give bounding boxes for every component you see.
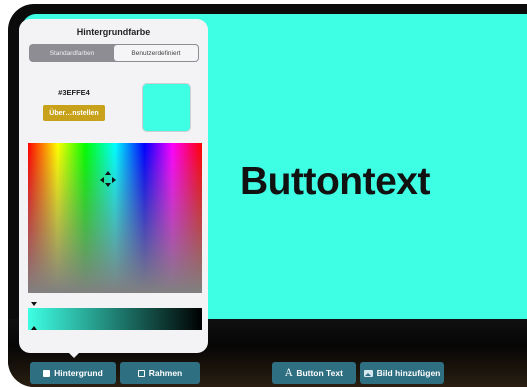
outline-square-icon: [137, 369, 145, 377]
border-button-label: Rahmen: [148, 368, 183, 378]
tab-custom[interactable]: Benutzerdefiniert: [114, 45, 198, 61]
background-button[interactable]: Hintergrund: [30, 362, 116, 384]
button-text-preview[interactable]: Buttontext: [240, 160, 430, 204]
tab-standard-colors[interactable]: Standardfarben: [30, 45, 114, 61]
popover-arrow: [64, 348, 84, 358]
add-image-button[interactable]: Bild hinzufügen: [360, 362, 444, 384]
color-spectrum-picker[interactable]: [28, 143, 202, 293]
filled-square-icon: [43, 369, 51, 377]
hex-value: #3EFFE4: [58, 88, 90, 97]
button-text-button-label: Button Text: [296, 368, 343, 378]
popover-title: Hintergrundfarbe: [76, 27, 151, 37]
apply-button[interactable]: Über…nstellen: [43, 105, 105, 121]
color-preview-swatch: [142, 83, 191, 132]
add-image-button-label: Bild hinzufügen: [376, 368, 441, 378]
shade-slider[interactable]: [28, 308, 202, 330]
background-color-popover: Hintergrundfarbe Standardfarben Benutzer…: [19, 19, 208, 353]
picker-cursor-icon[interactable]: [100, 171, 116, 187]
background-button-label: Hintergrund: [54, 368, 103, 378]
image-icon: [363, 369, 373, 377]
button-text-button[interactable]: A Button Text: [272, 362, 356, 384]
border-button[interactable]: Rahmen: [120, 362, 200, 384]
color-mode-segmented-control: Standardfarben Benutzerdefiniert: [29, 44, 199, 62]
text-A-icon: A: [285, 367, 293, 379]
